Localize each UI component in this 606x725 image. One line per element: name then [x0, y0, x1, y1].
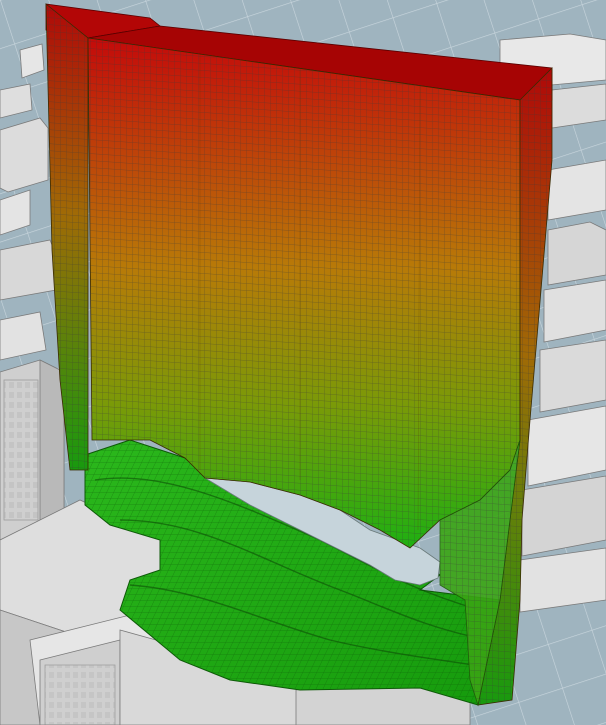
voxel-city-scene: [0, 0, 606, 725]
